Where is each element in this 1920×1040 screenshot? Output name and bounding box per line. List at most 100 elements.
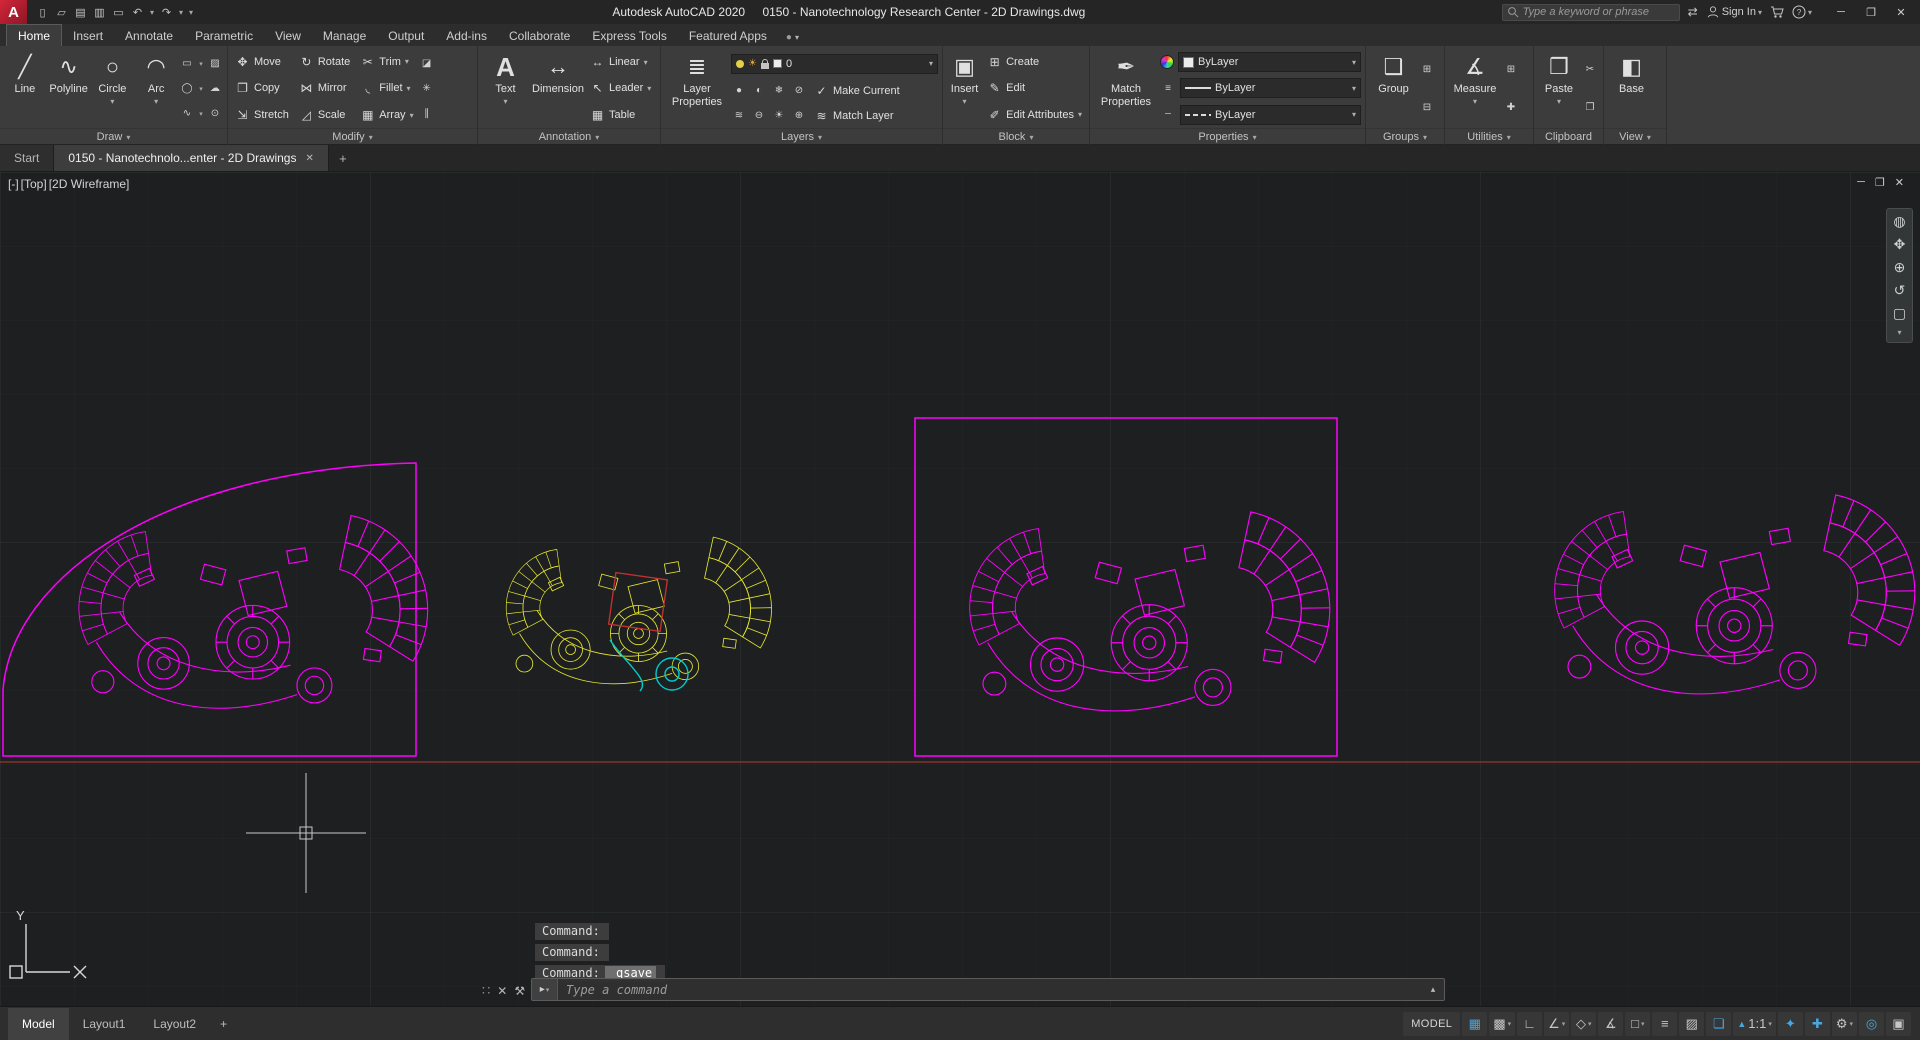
tab-home[interactable]: Home [6, 24, 63, 46]
object-snap-tracking-toggle[interactable]: ∡ [1598, 1011, 1624, 1036]
annotation-panel-title[interactable]: Annotation ▾ [478, 128, 660, 145]
stretch-button[interactable]: ⇲ Stretch [232, 107, 292, 123]
group-edit-icon[interactable]: ⊞ [1419, 62, 1435, 77]
model-space-button[interactable]: MODEL [1403, 1011, 1461, 1036]
rectangle-tool-icon[interactable]: ▭ [179, 56, 195, 71]
edit-attributes-button[interactable]: ✐ Edit Attributes ▾ [984, 107, 1085, 123]
command-window-close-icon[interactable]: ✕ [497, 984, 507, 998]
scale-button[interactable]: ◿ Scale [296, 107, 353, 123]
new-layout-button[interactable]: + [210, 1008, 237, 1040]
spline-dropdown-icon[interactable]: ▾ [197, 106, 205, 121]
create-block-button[interactable]: ⊞ Create [984, 54, 1085, 70]
layers-panel-title[interactable]: Layers ▾ [661, 128, 942, 145]
open-file-icon[interactable]: ▱ [52, 6, 71, 19]
explode-tool-icon[interactable]: ✳ [419, 81, 435, 96]
viewport-view-control[interactable]: [Top] [21, 177, 47, 191]
navbar-dropdown-icon[interactable]: ▾ [1897, 329, 1901, 337]
redo-dropdown-icon[interactable]: ▾ [176, 8, 186, 17]
fillet-button[interactable]: ◟ Fillet ▾ [357, 80, 416, 96]
match-properties-button[interactable]: ✒ Match Properties [1094, 49, 1158, 128]
help-menu-button[interactable]: ? ▾ [1792, 5, 1812, 19]
annotation-visibility-toggle[interactable]: ✦ [1777, 1011, 1803, 1036]
snap-dropdown-icon[interactable]: ▾ [1508, 1020, 1512, 1028]
command-customize-icon[interactable]: ⚒ [514, 984, 525, 998]
minimize-button[interactable]: ─ [1826, 0, 1856, 24]
restore-button[interactable]: ❐ [1856, 0, 1886, 24]
linear-dropdown-icon[interactable]: ▾ [644, 58, 648, 67]
plot-icon[interactable]: ▭ [109, 6, 128, 19]
linetype-list-icon[interactable]: ┄ [1160, 107, 1176, 122]
layer-combo-dropdown-icon[interactable]: ▾ [929, 59, 933, 68]
utilities-panel-title[interactable]: Utilities ▾ [1445, 128, 1533, 145]
polyline-button[interactable]: ∿ Polyline [48, 49, 90, 128]
groups-panel-title[interactable]: Groups ▾ [1366, 128, 1444, 145]
modify-panel-title[interactable]: Modify ▾ [228, 128, 477, 145]
linetype-dropdown-icon[interactable]: ▾ [1352, 110, 1356, 119]
arc-dropdown-icon[interactable]: ▾ [154, 97, 158, 106]
save-as-icon[interactable]: ▥ [90, 6, 109, 19]
layer-walk-icon[interactable]: ≋ [731, 108, 747, 123]
layout2-tab[interactable]: Layout2 [139, 1008, 210, 1040]
exchange-apps-icon[interactable]: ⇄ [1688, 5, 1698, 19]
transparency-toggle[interactable]: ▨ [1679, 1011, 1705, 1036]
edit-block-button[interactable]: ✎ Edit [984, 80, 1085, 96]
tab-manage[interactable]: Manage [312, 25, 377, 46]
layer-unisolate-icon[interactable]: ⊘ [791, 83, 807, 98]
tab-addins[interactable]: Add-ins [435, 25, 498, 46]
save-icon[interactable]: ▤ [71, 6, 90, 19]
text-dropdown-icon[interactable]: ▾ [503, 97, 507, 106]
base-view-button[interactable]: ◧ Base [1608, 49, 1655, 128]
tab-parametric[interactable]: Parametric [184, 25, 264, 46]
dimension-button[interactable]: ↔ Dimension [531, 49, 585, 128]
lineweight-combo[interactable]: ByLayer ▾ [1180, 78, 1361, 99]
tab-annotate[interactable]: Annotate [114, 25, 184, 46]
drawing-viewport[interactable]: Y [-] [Top] [2D Wireframe] ─ ❐ ✕ ◍ ✥ ⊕ ↺… [0, 172, 1920, 1006]
tab-collaborate[interactable]: Collaborate [498, 25, 581, 46]
layer-freeze-icon[interactable]: ❄ [771, 83, 787, 98]
circle-dropdown-icon[interactable]: ▾ [110, 97, 114, 106]
command-window-grip[interactable]: ∷ [482, 983, 490, 999]
ungroup-icon[interactable]: ⊟ [1419, 100, 1435, 115]
group-button[interactable]: ❑ Group [1370, 49, 1417, 128]
block-panel-title[interactable]: Block ▾ [943, 128, 1089, 145]
mirror-button[interactable]: ⋈ Mirror [296, 80, 353, 96]
tab-insert[interactable]: Insert [62, 25, 114, 46]
search-input[interactable] [1522, 6, 1675, 18]
paste-dropdown-icon[interactable]: ▾ [1557, 97, 1561, 106]
ellipse-dropdown-icon[interactable]: ▾ [197, 81, 205, 96]
autocad-logo[interactable]: A [0, 0, 27, 24]
measure-button[interactable]: ∡ Measure ▾ [1449, 49, 1501, 128]
tab-express-tools[interactable]: Express Tools [581, 25, 677, 46]
pan-icon[interactable]: ✥ [1894, 237, 1906, 251]
undo-icon[interactable]: ↶ [128, 6, 147, 19]
close-button[interactable]: ✕ [1886, 0, 1916, 24]
cut-clip-icon[interactable]: ✂ [1582, 62, 1598, 77]
rotate-button[interactable]: ↻ Rotate [296, 54, 353, 70]
table-button[interactable]: ▦ Table [587, 107, 654, 123]
layer-thaw-all-icon[interactable]: ☀ [771, 108, 787, 123]
polar-dropdown-icon[interactable]: ▾ [1562, 1020, 1566, 1028]
tab-view[interactable]: View [264, 25, 312, 46]
quick-calc-icon[interactable]: ⊞ [1503, 62, 1519, 77]
edit-attributes-dropdown-icon[interactable]: ▾ [1078, 110, 1082, 119]
ellipse-tool-icon[interactable]: ◯ [179, 81, 195, 96]
annotation-autoscale-toggle[interactable]: ✚ [1804, 1011, 1830, 1036]
workspace-switching-button[interactable]: ⚙ ▾ [1831, 1011, 1857, 1036]
lineweight-dropdown-icon[interactable]: ▾ [1352, 84, 1356, 93]
erase-tool-icon[interactable]: ◪ [419, 56, 435, 71]
array-button[interactable]: ▦ Array ▾ [357, 107, 416, 123]
viewport-restore-button[interactable]: ❐ [1875, 176, 1885, 189]
osnap-dropdown-icon[interactable]: ▾ [1641, 1020, 1645, 1028]
showmotion-icon[interactable]: ▢ [1893, 306, 1906, 320]
fillet-dropdown-icon[interactable]: ▾ [407, 84, 411, 93]
tab-output[interactable]: Output [377, 25, 435, 46]
linetype-combo[interactable]: ByLayer ▾ [1180, 104, 1361, 125]
view-panel-title[interactable]: View ▾ [1604, 128, 1666, 145]
hatch-tool-icon[interactable]: ▨ [207, 56, 223, 71]
spline-tool-icon[interactable]: ∿ [179, 106, 195, 121]
isolate-objects-button[interactable]: ◎ [1859, 1011, 1884, 1036]
drawing-tab[interactable]: 0150 - Nanotechnolo...enter - 2D Drawing… [54, 145, 329, 171]
help-search-field[interactable] [1501, 3, 1680, 21]
polar-tracking-toggle[interactable]: ∠ ▾ [1544, 1011, 1570, 1036]
layer-lock-tool-icon[interactable]: ⊖ [751, 108, 767, 123]
